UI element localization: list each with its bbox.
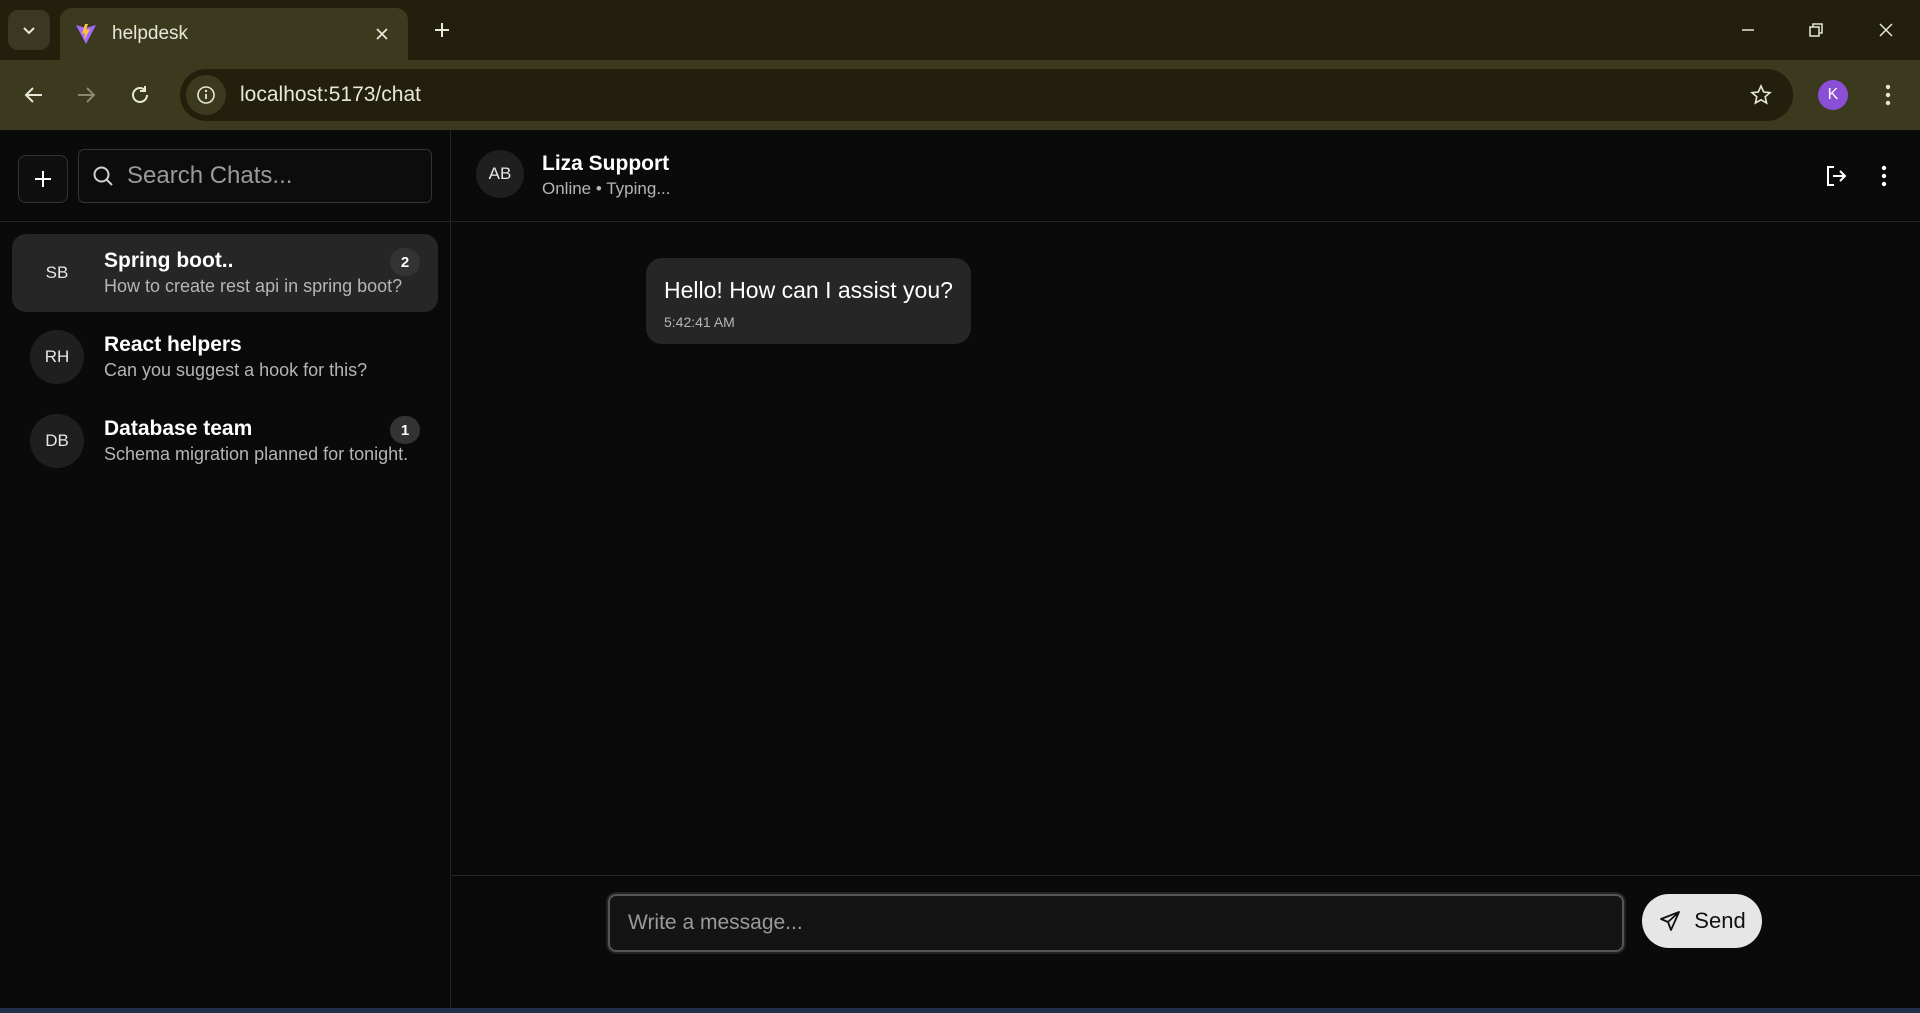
browser-tab[interactable]: helpdesk (60, 8, 408, 60)
chat-name: React helpers (104, 333, 242, 356)
chat-item-react-helpers[interactable]: RH React helpers Can you suggest a hook … (12, 318, 438, 396)
send-button[interactable]: Send (1642, 894, 1762, 948)
close-tab-icon[interactable] (370, 22, 394, 46)
back-button[interactable] (12, 73, 56, 117)
forward-button[interactable] (64, 73, 108, 117)
close-icon (1879, 23, 1893, 37)
chat-app: SB Spring boot.. How to create rest api … (0, 130, 1920, 1008)
arrow-right-icon (78, 87, 96, 103)
arrow-left-icon (24, 87, 42, 103)
chat-preview: Can you suggest a hook for this? (104, 360, 368, 380)
info-icon (197, 86, 215, 104)
chat-preview: How to create rest api in spring boot? (104, 276, 403, 296)
more-vertical-icon (1881, 165, 1887, 187)
message-text: Hello! How can I assist you? (664, 277, 953, 303)
logout-icon (1827, 166, 1847, 186)
reload-icon (132, 86, 148, 103)
minimize-button[interactable] (1718, 10, 1778, 50)
window-bottom-edge (0, 1008, 1920, 1013)
reload-button[interactable] (118, 73, 162, 117)
tab-title: helpdesk (112, 23, 189, 44)
search-box (78, 149, 432, 203)
url-text: localhost:5173/chat (240, 83, 421, 106)
vite-favicon-icon (76, 24, 96, 44)
avatar: AB (476, 150, 524, 198)
search-icon (93, 166, 113, 186)
minimize-icon (1742, 29, 1754, 31)
profile-avatar[interactable]: K (1818, 80, 1848, 110)
chat-item-spring-boot[interactable]: SB Spring boot.. How to create rest api … (12, 234, 438, 312)
star-icon (1750, 84, 1772, 105)
address-bar[interactable]: localhost:5173/chat (180, 69, 1793, 121)
message-bubble: Hello! How can I assist you? 5:42:41 AM (646, 258, 971, 344)
browser-menu-button[interactable] (1868, 73, 1908, 117)
avatar: SB (30, 246, 84, 300)
send-label: Send (1694, 908, 1746, 933)
send-icon (1660, 911, 1681, 931)
tab-search-button[interactable] (8, 10, 50, 50)
chevron-down-icon (23, 27, 35, 35)
bookmark-button[interactable] (1739, 73, 1783, 117)
plus-icon (435, 23, 449, 37)
unread-badge: 1 (390, 416, 420, 444)
chat-list: SB Spring boot.. How to create rest api … (12, 234, 438, 486)
message-time: 5:42:41 AM (664, 314, 735, 330)
plus-icon (35, 171, 51, 187)
conversation-menu-button[interactable] (1862, 154, 1906, 198)
message-input[interactable] (608, 894, 1624, 952)
logout-button[interactable] (1814, 154, 1858, 198)
chat-sidebar: SB Spring boot.. How to create rest api … (0, 130, 451, 1008)
new-chat-button[interactable] (18, 155, 68, 203)
chat-name: Spring boot.. (104, 249, 234, 272)
browser-toolbar: localhost:5173/chat K (0, 60, 1920, 130)
conversation-header: AB Liza Support Online • Typing... (452, 130, 1920, 222)
conversation-panel: AB Liza Support Online • Typing... Hello… (452, 130, 1920, 1008)
restore-button[interactable] (1786, 10, 1846, 50)
sidebar-header (0, 130, 451, 222)
more-vertical-icon (1885, 84, 1891, 106)
avatar: DB (30, 414, 84, 468)
contact-status: Online • Typing... (542, 179, 671, 198)
chat-preview: Schema migration planned for tonight. (104, 444, 409, 464)
message-area: Hello! How can I assist you? 5:42:41 AM (452, 223, 1920, 875)
close-window-button[interactable] (1856, 10, 1916, 50)
browser-tabstrip: helpdesk (0, 0, 1920, 60)
chat-item-database-team[interactable]: DB Database team Schema migration planne… (12, 402, 438, 480)
chat-name: Database team (104, 417, 253, 440)
message-composer: Send (452, 875, 1920, 1008)
search-input[interactable] (127, 162, 407, 190)
unread-badge: 2 (390, 248, 420, 276)
avatar: RH (30, 330, 84, 384)
restore-icon (1809, 23, 1823, 37)
contact-name: Liza Support (542, 152, 670, 175)
site-info-button[interactable] (186, 75, 226, 115)
new-tab-button[interactable] (424, 12, 460, 48)
